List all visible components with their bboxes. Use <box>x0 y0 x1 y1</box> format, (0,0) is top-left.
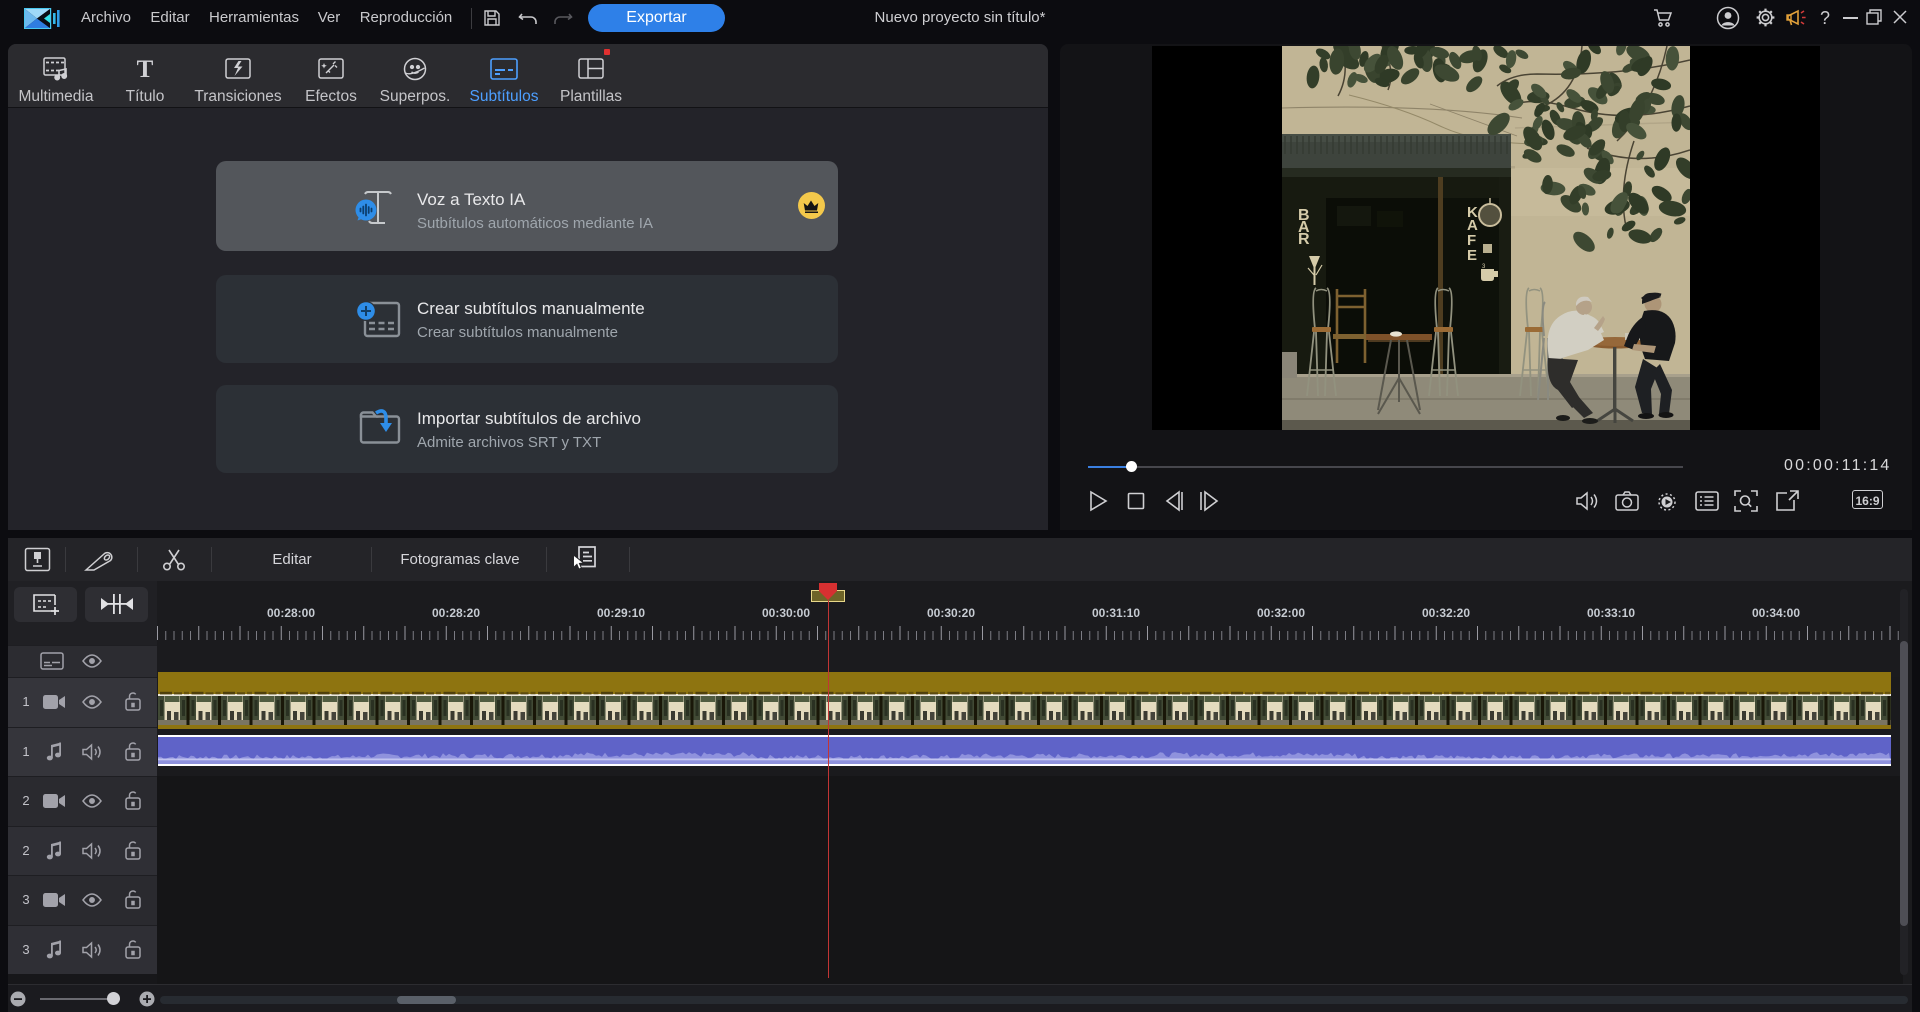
svg-text:R: R <box>1298 231 1310 248</box>
svg-text:T: T <box>137 57 154 81</box>
svg-text:E: E <box>1467 247 1477 264</box>
